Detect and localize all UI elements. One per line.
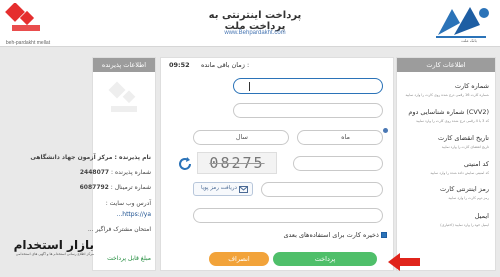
card-number-label: شماره کارت [454,82,489,90]
merchant-description: امتحان مشترک فراگیر ... [87,226,151,233]
expiry-label: تاریخ انقضای کارت [437,134,489,142]
focus-indicator [383,128,388,133]
text-cursor [249,82,250,91]
captcha-input[interactable] [293,156,383,171]
card-number-hint: شماره کارت 16 رقمی درج شده روی کارت را و… [405,93,489,97]
card-number-input[interactable] [233,78,383,94]
merchant-website: آدرس وب سایت : [106,200,151,207]
merchant-website-label: آدرس وب سایت : [105,200,151,207]
merchant-number-label: شماره پذیرنده : [111,169,151,176]
save-card-option[interactable]: ذخیره کارت برای استفاده‌های بعدی [283,231,387,239]
cancel-button[interactable]: انصراف [209,252,269,266]
otp-button[interactable]: دریافت رمز پویا [193,182,253,196]
bank-mellat-logo-text: بانک ملت [461,38,477,43]
merchant-panel-header: اطلاعات پذیرنده [93,58,155,72]
merchant-name-value: مرکز آزمون جهاد دانشگاهی [30,154,113,161]
behpardakht-logo-icon [5,3,40,31]
page-title: پرداخت اینترنتی به پرداخت ملت [208,10,302,32]
save-card-label: ذخیره کارت برای استفاده‌های بعدی [283,231,379,239]
expiry-hint: تاریخ انقضای کارت را وارد نمایید [441,145,489,149]
captcha-label: کد امنیتی [463,160,489,168]
merchant-info-panel: اطلاعات پذیرنده نام پذیرنده : مرکز آزمون… [30,57,156,271]
merchant-name: نام پذیرنده : مرکز آزمون جهاد دانشگاهی [30,154,151,161]
card-info-panel: اطلاعات کارت شماره کارت شماره کارت 16 رق… [396,57,496,271]
site-watermark: بازار استخدام مرکز اطلاع رسانی استخدام ه… [2,238,94,274]
merchant-name-label: نام پذیرنده : [114,154,151,161]
pin-hint: رمز دوم کارت را وارد نمایید [448,196,489,200]
terminal-number-value: 6087792 [79,184,109,191]
terminal-number: شماره ترمینال : 6087792 [80,184,151,191]
captcha-hint: کد امنیتی نمایش داده شده را وارد نمایید [430,171,489,175]
terminal-number-label: شماره ترمینال : [110,184,151,191]
header: beh-pardakht mellat پرداخت اینترنتی به پ… [0,0,500,47]
dynamic-password-input[interactable] [261,182,383,197]
cvv2-input[interactable] [233,103,383,118]
timer-label: زمان باقی مانده : [201,61,250,69]
card-panel-header: اطلاعات کارت [397,58,495,72]
pay-button[interactable]: پرداخت [273,252,377,266]
email-hint: ایمیل خود را وارد نمایید (اختیاری) [440,223,489,227]
merchant-watermark-icon [108,81,137,112]
email-label: ایمیل [474,212,489,220]
expiry-month-input[interactable]: ماه [297,130,383,145]
merchant-website-value[interactable]: https://ya... [117,211,151,218]
merchant-number: شماره پذیرنده : 2448077 [80,169,151,176]
payment-form-panel: 09:52 زمان باقی مانده : ماه سال 08275 در… [160,57,394,271]
month-placeholder: ماه [341,133,350,141]
expiry-year-input[interactable]: سال [193,130,289,145]
captcha-image: 08275 [197,152,277,174]
timer-value: 09:52 [169,61,190,69]
amount-label: مبلغ قابل پرداخت [107,255,151,262]
red-pointer-arrow-icon [388,253,420,271]
year-placeholder: سال [235,133,248,141]
envelope-icon [239,186,248,193]
merchant-number-value: 2448077 [79,169,110,176]
cvv2-label: شماره شناسایی دوم (CVV2) [408,108,489,116]
otp-button-label: دریافت رمز پویا [200,185,237,191]
save-card-checkbox[interactable] [381,232,387,238]
header-url[interactable]: www.Behpardakht.com [190,30,320,36]
behpardakht-logo-text: beh-pardakht mellat [5,40,51,46]
watermark-site-name: بازار استخدام [13,238,94,252]
pin-label: رمز اینترنتی کارت [440,185,489,193]
watermark-site-subtitle: مرکز اطلاع رسانی استخدام ها و آگهی های ا… [15,252,94,256]
refresh-captcha-icon[interactable] [177,156,193,172]
email-input[interactable] [193,208,383,223]
captcha-text: 08275 [209,154,265,172]
cvv2-hint: کد 3 یا 4 رقمی درج شده روی کارت را وارد … [415,119,489,123]
